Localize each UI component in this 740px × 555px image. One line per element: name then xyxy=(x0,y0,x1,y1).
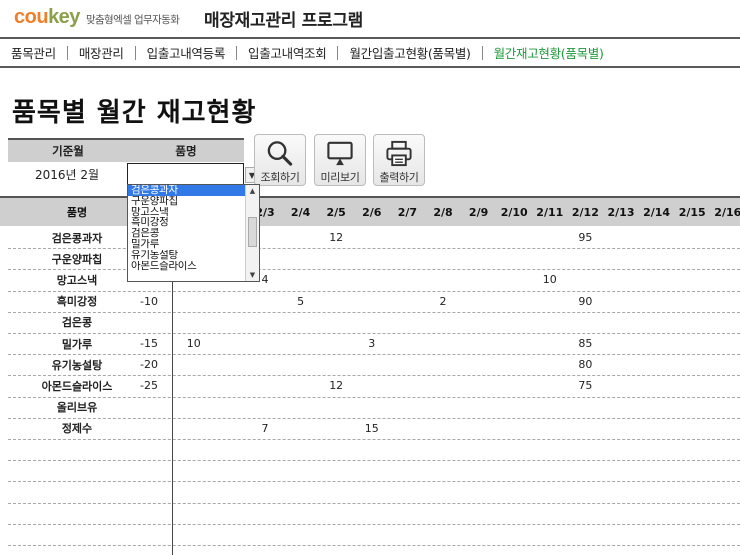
dropdown-option[interactable]: 망고스낵 xyxy=(128,207,245,218)
grid-cell-value: 85 xyxy=(578,337,593,350)
search-icon xyxy=(267,141,293,166)
grid-cell-value: 2 xyxy=(439,294,447,308)
page-title: 품목별 월간 재고현황 xyxy=(12,98,257,128)
logo-text: coukey xyxy=(14,6,80,28)
date-header: 2/11 xyxy=(536,205,564,219)
grid-cell-value: 10 xyxy=(186,337,201,350)
print-button-label: 출력하기 xyxy=(379,171,419,184)
grid-row-line xyxy=(8,523,740,525)
date-header: 2/7 xyxy=(397,205,418,219)
month-field[interactable]: 2016년 2월 xyxy=(8,166,126,183)
item-dropdown-list[interactable]: 검은콩과자 구운양파칩 망고스낵 흑미강정 검은콩 밀가루 유기농설탕 아몬드슬라이스 ▲ ▼ xyxy=(127,184,260,282)
main-nav: 품목관리 매장관리 입출고내역등록 입출고내역조회 월간입출고현황(품목별) 월간재고현황… xyxy=(0,37,740,68)
item-combo-input[interactable] xyxy=(127,163,244,185)
grid-row-stock xyxy=(128,418,158,439)
date-header: 2/12 xyxy=(571,205,599,219)
grid-cell-value: 7 xyxy=(261,421,269,435)
grid-row-stock: -20 xyxy=(140,358,158,372)
date-header: 2/4 xyxy=(290,205,311,219)
date-header: 2/8 xyxy=(433,205,453,219)
brand-logo: coukey 맞춤형엑셀 업무자동화 xyxy=(14,6,180,30)
nav-item-5[interactable]: 월간입출고현황(품목별) xyxy=(338,43,481,62)
brand-tagline: 맞춤형엑셀 업무자동화 xyxy=(85,14,180,26)
grid-cell-value: 15 xyxy=(364,421,379,435)
date-header: 2/6 xyxy=(362,205,382,219)
grid-cell-value: 5 xyxy=(297,294,305,308)
nav-item-6[interactable]: 월간재고현황(품목별) xyxy=(483,43,615,62)
item-header: 품명 xyxy=(175,144,197,158)
dropdown-option[interactable]: 흑미강정 xyxy=(128,217,245,228)
grid-row-stock: -25 xyxy=(140,379,158,393)
date-header: 2/16 xyxy=(714,205,740,219)
monitor-icon xyxy=(327,141,353,166)
grid-cell-value: 90 xyxy=(578,294,593,308)
date-header: 2/13 xyxy=(607,205,635,219)
filter-row: 2016년 2월 ▼ xyxy=(8,162,259,186)
grid-cell-value: 80 xyxy=(578,358,593,372)
dropdown-option[interactable]: 밀가루 xyxy=(128,239,245,250)
date-header: 2/10 xyxy=(500,205,528,219)
preview-button[interactable]: 미리보기 xyxy=(314,134,366,186)
grid-cell-value: 12 xyxy=(329,231,344,244)
date-header: 2/14 xyxy=(643,205,671,219)
grid-row-line xyxy=(8,545,740,546)
search-button[interactable]: 조회하기 xyxy=(254,134,306,186)
nav-item-3[interactable]: 입출고내역등록 xyxy=(136,43,236,62)
date-header: 2/15 xyxy=(678,205,706,219)
scroll-up-icon[interactable]: ▲ xyxy=(246,185,259,197)
nav-item-2[interactable]: 매장관리 xyxy=(68,43,135,62)
dropdown-option[interactable]: 아몬드슬라이스 xyxy=(128,261,245,272)
nav-item-1[interactable]: 품목관리 xyxy=(0,43,67,62)
preview-button-label: 미리보기 xyxy=(320,171,360,184)
grid-row-line xyxy=(8,481,740,483)
dropdown-option[interactable]: 유기농설탕 xyxy=(128,250,245,261)
grid-row-stock xyxy=(128,397,158,418)
grid-row-stock xyxy=(128,312,158,333)
grid-cell-value: 95 xyxy=(578,231,593,244)
printer-icon xyxy=(386,140,412,167)
dropdown-option[interactable]: 검은콩 xyxy=(128,228,245,239)
grid-header: 품명 2/3 2/4 2/5 2/6 2/7 2/8 2/9 2/10 2/11 2/12 2/13… xyxy=(0,196,740,226)
dropdown-scrollbar[interactable]: ▲ ▼ xyxy=(245,185,259,281)
grid-cell-value: 3 xyxy=(368,337,376,350)
month-header: 기준월 xyxy=(52,144,84,158)
date-header: 2/9 xyxy=(468,205,489,219)
grid-row-stock: -15 xyxy=(140,337,158,350)
scroll-down-icon[interactable]: ▼ xyxy=(246,269,259,281)
grid-row-stock: -10 xyxy=(140,294,158,308)
grid-row-line xyxy=(8,439,740,440)
grid-cell-value: 10 xyxy=(542,273,557,287)
nav-item-4[interactable]: 입출고내역조회 xyxy=(237,43,337,62)
dropdown-option[interactable]: 검은콩과자 xyxy=(128,185,245,196)
dropdown-options: 검은콩과자 구운양파칩 망고스낵 흑미강정 검은콩 밀가루 유기농설탕 아몬드슬라이스 xyxy=(128,185,245,271)
print-button[interactable]: 출력하기 xyxy=(373,134,425,186)
scroll-thumb[interactable] xyxy=(248,217,257,247)
dropdown-option[interactable]: 구운양파칩 xyxy=(128,196,245,207)
date-header: 2/5 xyxy=(326,205,346,219)
search-button-label: 조회하기 xyxy=(260,171,300,184)
grid-cell-value: 75 xyxy=(578,379,593,393)
filter-header: 기준월 품명 xyxy=(8,138,244,162)
grid-row-line xyxy=(8,502,740,504)
grid-row-line xyxy=(8,460,740,462)
grid-cell-value: 12 xyxy=(329,379,344,393)
app-title: 매장재고관리 프로그램 xyxy=(204,11,364,31)
